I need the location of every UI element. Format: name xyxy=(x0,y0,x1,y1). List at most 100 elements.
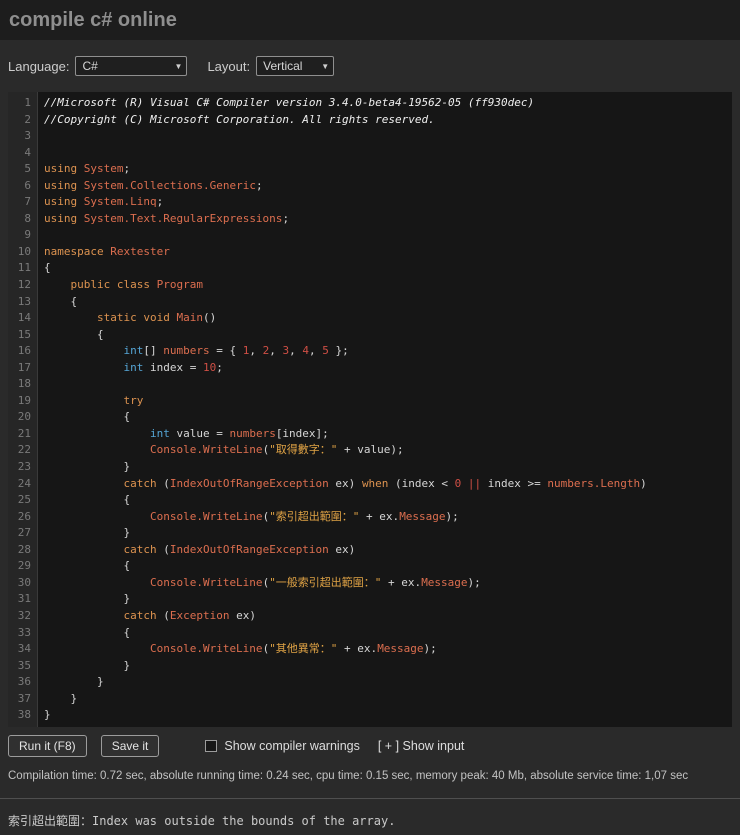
code-token: { xyxy=(44,559,131,573)
line-number: 11 xyxy=(17,261,31,275)
code-token: () xyxy=(202,311,217,325)
line-number: 4 xyxy=(24,145,31,159)
code-line[interactable]: using System.Linq; xyxy=(44,194,732,211)
line-number: 16 xyxy=(17,344,31,358)
code-token: Program xyxy=(156,278,203,292)
code-token: { xyxy=(44,410,131,424)
code-line[interactable]: int value = numbers[index]; xyxy=(44,426,732,443)
code-token: System.Linq xyxy=(83,195,157,209)
save-button[interactable]: Save it xyxy=(100,735,160,757)
code-token: ( xyxy=(156,608,170,622)
code-token: 4 xyxy=(302,344,309,358)
code-token: namespace xyxy=(44,244,104,258)
layout-label: Layout: xyxy=(207,58,251,74)
code-token: System xyxy=(83,162,124,176)
line-number: 34 xyxy=(17,642,31,656)
code-line[interactable]: Console.WriteLine("其他異常：" + ex.Message); xyxy=(44,641,732,658)
chevron-down-icon: ▼ xyxy=(321,61,330,71)
layout-select[interactable]: Vertical ▼ xyxy=(256,56,335,76)
code-line[interactable]: //Copyright (C) Microsoft Corporation. A… xyxy=(44,112,732,129)
code-line[interactable]: using System.Collections.Generic; xyxy=(44,178,732,195)
code-line[interactable]: } xyxy=(44,658,732,675)
code-line[interactable]: { xyxy=(44,327,732,344)
code-token: Console.WriteLine xyxy=(149,642,263,656)
code-token: catch xyxy=(123,608,157,622)
code-token: IndexOutOfRangeException xyxy=(169,476,329,490)
code-line[interactable]: catch (IndexOutOfRangeException ex) xyxy=(44,542,732,559)
code-token: Console.WriteLine xyxy=(149,509,263,523)
code-token: ; xyxy=(156,195,164,209)
code-line[interactable]: catch (IndexOutOfRangeException ex) when… xyxy=(44,476,732,493)
language-select[interactable]: C# ▼ xyxy=(75,56,188,76)
code-line[interactable]: public class Program xyxy=(44,277,732,294)
code-line[interactable]: { xyxy=(44,558,732,575)
code-token: using xyxy=(44,178,78,192)
code-line[interactable]: //Microsoft (R) Visual C# Compiler versi… xyxy=(44,95,732,112)
code-token: using xyxy=(44,211,78,225)
code-line[interactable]: catch (Exception ex) xyxy=(44,608,732,625)
code-token: "一般索引超出範圍：" xyxy=(269,575,382,589)
code-token: public xyxy=(70,278,111,292)
code-token: + ex. xyxy=(359,509,400,523)
compiler-warnings-checkbox[interactable] xyxy=(205,740,218,752)
code-line[interactable]: { xyxy=(44,294,732,311)
code-line[interactable]: static void Main() xyxy=(44,310,732,327)
code-line[interactable]: } xyxy=(44,707,732,724)
code-line[interactable]: } xyxy=(44,691,732,708)
code-token: , xyxy=(308,344,323,358)
layout-select-value: Vertical xyxy=(263,59,303,73)
line-number: 9 xyxy=(24,228,31,242)
code-token: , xyxy=(289,344,303,358)
code-token: ; xyxy=(216,360,223,374)
code-line[interactable]: try xyxy=(44,393,732,410)
page-title: compile c# online xyxy=(9,8,177,31)
code-line[interactable]: int index = 10; xyxy=(44,360,732,377)
code-line[interactable]: } xyxy=(44,591,732,608)
code-token: //Microsoft (R) Visual C# Compiler versi… xyxy=(44,96,535,109)
line-number: 24 xyxy=(17,476,31,490)
code-line[interactable]: namespace Rextester xyxy=(44,244,732,261)
code-editor[interactable]: 1 2 3 4 5 6 7 8 9 10 11 12 13 14 15 16 17 18 19 20 21 22 23 24 2… xyxy=(8,92,732,727)
code-line[interactable] xyxy=(44,128,732,145)
line-number: 6 xyxy=(24,178,31,192)
code-line[interactable]: using System; xyxy=(44,161,732,178)
toolbar: Language: C# ▼ Layout: Vertical ▼ xyxy=(0,40,740,88)
code-token: ( xyxy=(156,542,170,556)
code-line[interactable]: Console.WriteLine("索引超出範圍：" + ex.Message… xyxy=(44,509,732,526)
code-token: + ex. xyxy=(337,642,378,656)
code-line[interactable]: } xyxy=(44,459,732,476)
code-line[interactable]: int[] numbers = { 1, 2, 3, 4, 5 }; xyxy=(44,343,732,360)
code-token: , xyxy=(269,344,283,358)
code-line[interactable] xyxy=(44,376,732,393)
code-line[interactable] xyxy=(44,145,732,162)
code-line[interactable]: { xyxy=(44,492,732,509)
code-line[interactable]: } xyxy=(44,674,732,691)
code-token: ; xyxy=(282,211,290,225)
line-number: 33 xyxy=(17,625,31,639)
code-line[interactable]: } xyxy=(44,525,732,542)
code-token: { xyxy=(44,261,51,275)
code-lines[interactable]: //Microsoft (R) Visual C# Compiler versi… xyxy=(38,92,732,727)
code-token: }; xyxy=(328,344,349,358)
code-line[interactable]: Console.WriteLine("一般索引超出範圍：" + ex.Messa… xyxy=(44,575,732,592)
code-line[interactable]: { xyxy=(44,409,732,426)
code-line[interactable]: { xyxy=(44,260,732,277)
code-line[interactable]: using System.Text.RegularExpressions; xyxy=(44,211,732,228)
compiler-warnings-label[interactable]: Show compiler warnings xyxy=(224,739,359,753)
code-line[interactable] xyxy=(44,227,732,244)
code-line[interactable]: Console.WriteLine("取得數字：" + value); xyxy=(44,442,732,459)
show-input-toggle[interactable]: [ + ] Show input xyxy=(378,739,465,753)
code-line[interactable]: { xyxy=(44,625,732,642)
line-number: 31 xyxy=(17,592,31,606)
run-button[interactable]: Run it (F8) xyxy=(8,735,87,757)
code-token: [index]; xyxy=(275,426,329,440)
line-number: 17 xyxy=(17,360,31,374)
line-number: 23 xyxy=(17,460,31,474)
code-token: + ex. xyxy=(381,575,422,589)
code-token: using xyxy=(44,195,78,209)
